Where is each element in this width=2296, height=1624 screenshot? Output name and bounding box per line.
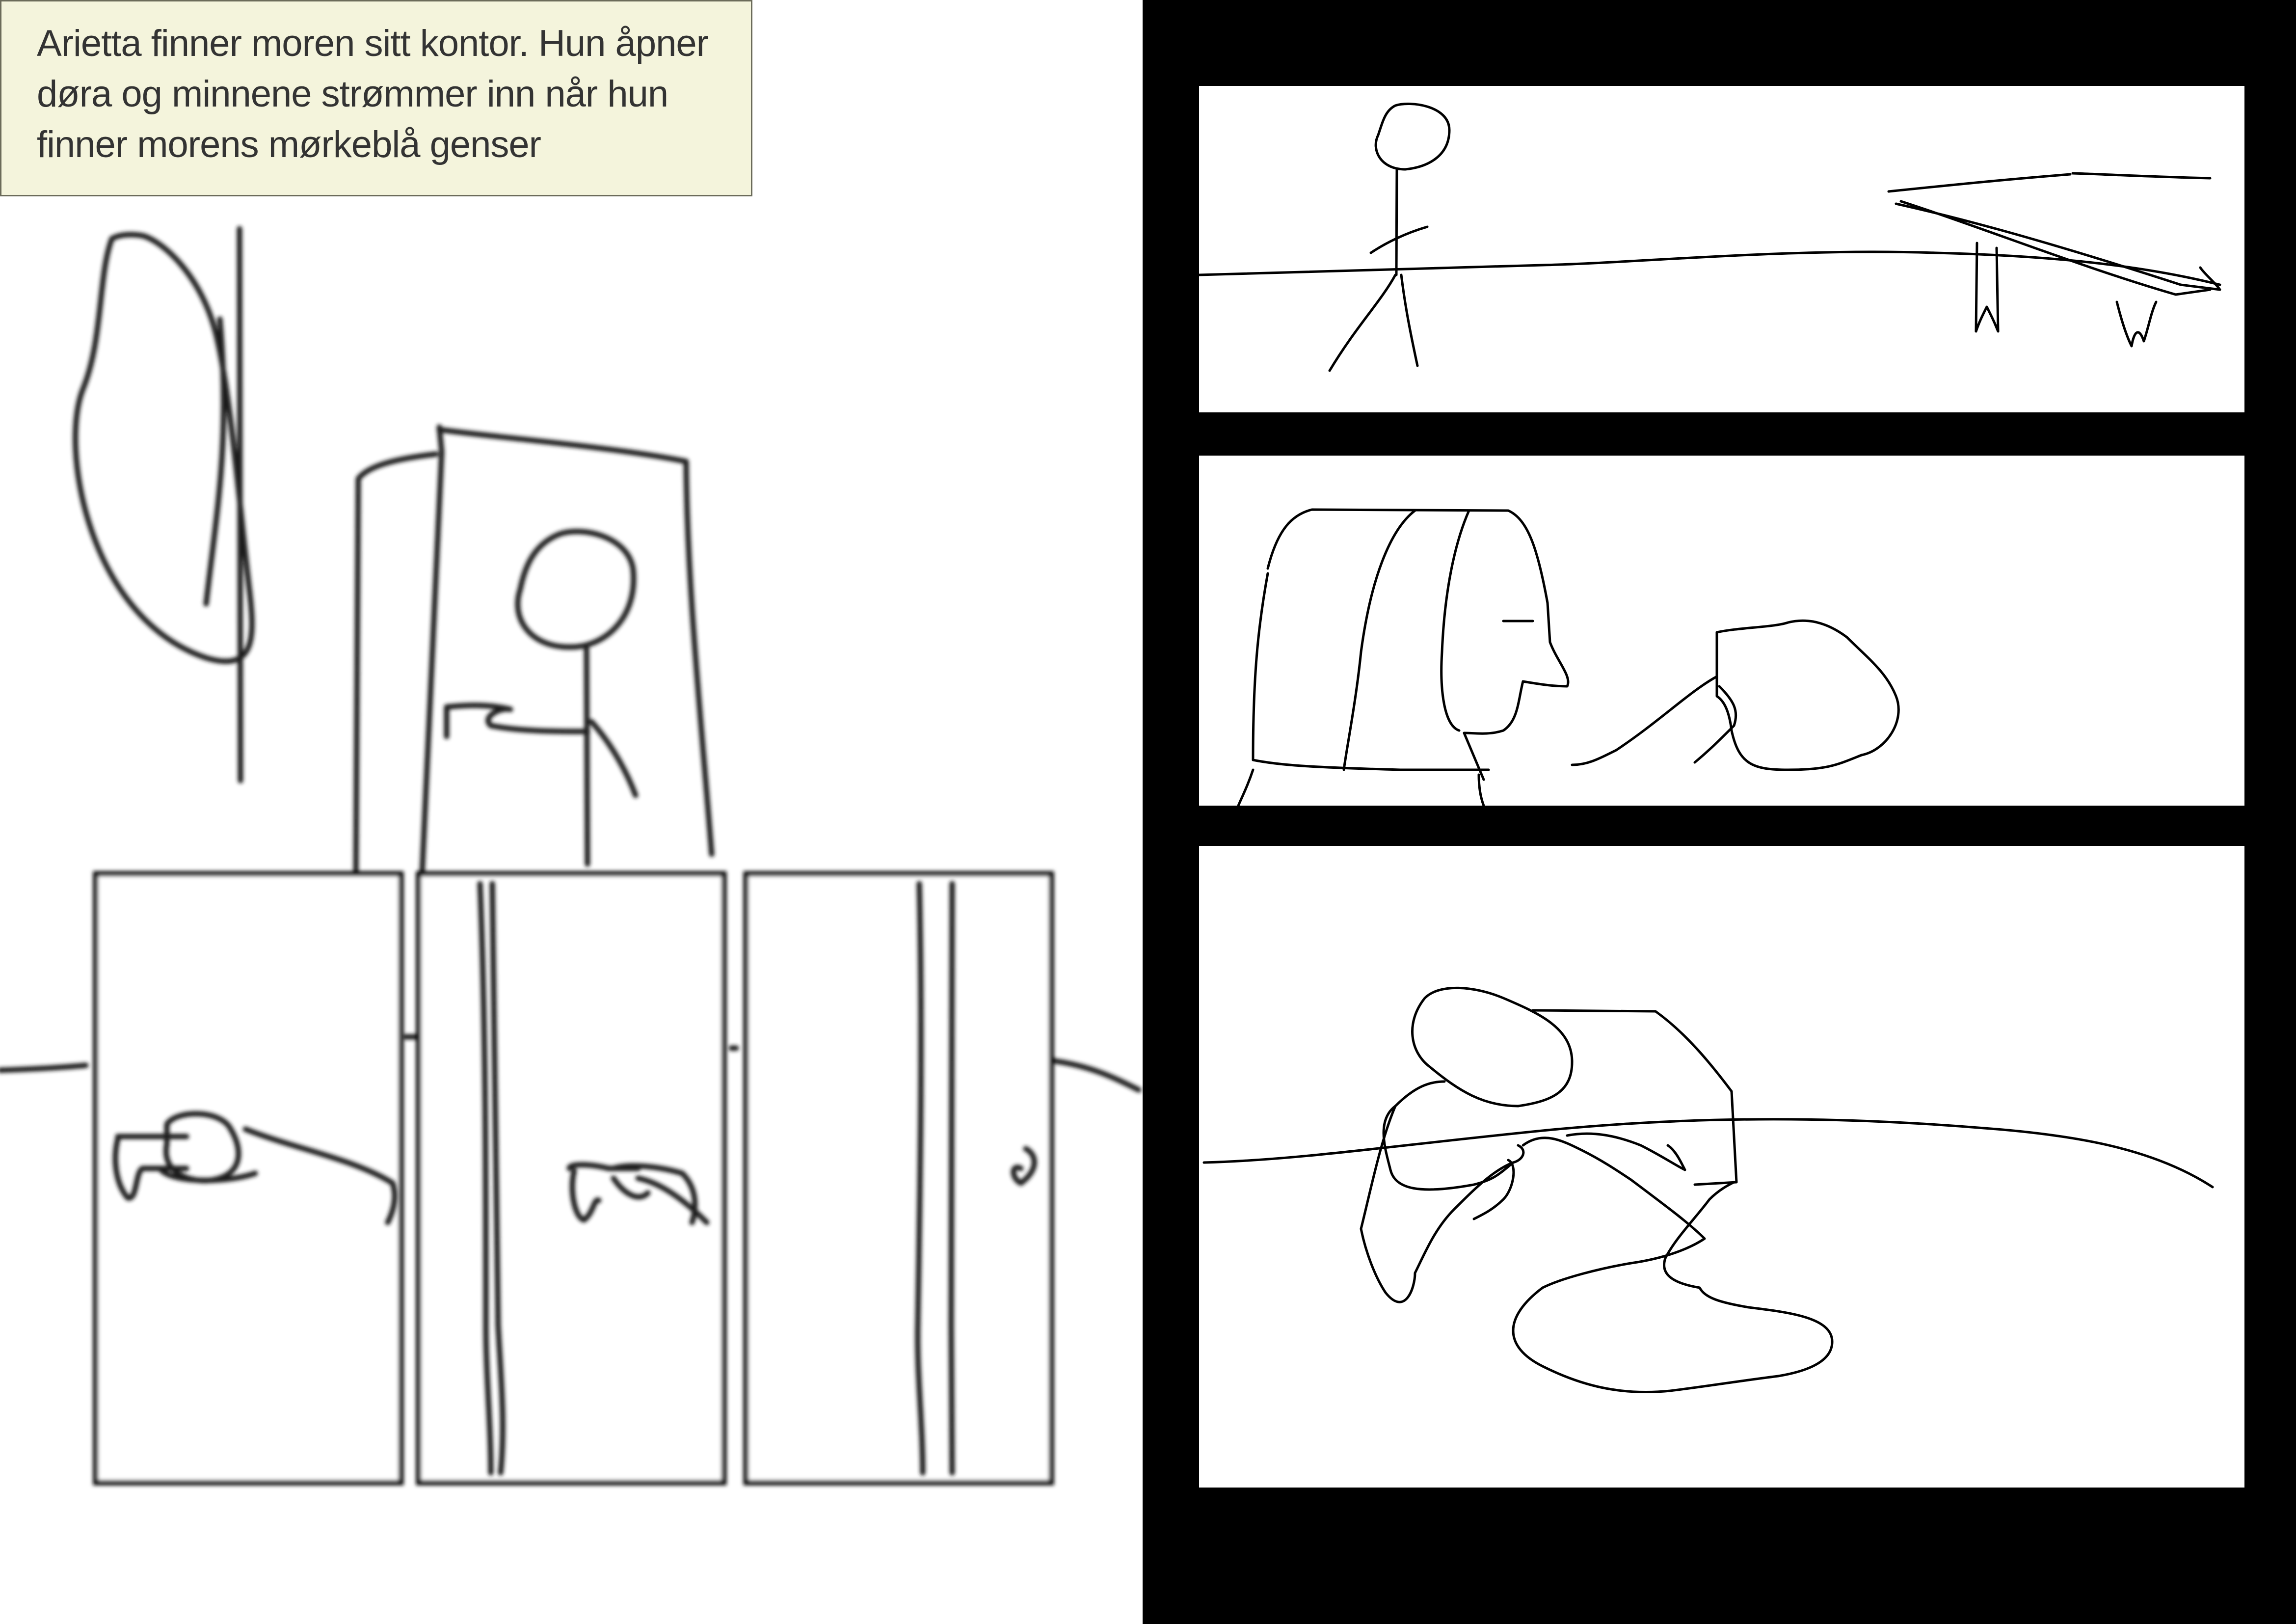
right-panel-2-drawing: [1237, 508, 1900, 806]
left-panel-1: [93, 871, 404, 1486]
p3-horizon: [1202, 1118, 2214, 1189]
left-panel-3: [743, 871, 1054, 1486]
p2-other-figure: [1715, 619, 1900, 771]
right-panel-1-drawing: [1199, 103, 2221, 372]
right-panel-1: [1199, 86, 2244, 412]
p2-face-line: [1440, 509, 1470, 732]
horizon-right: [1047, 1057, 1142, 1093]
figure-head: [515, 529, 637, 650]
right-panel-3: [1199, 846, 2244, 1488]
p1-figure-leg-right: [1400, 273, 1419, 367]
horizon-left: [0, 1062, 89, 1073]
p1-figure-leg-left: [1328, 273, 1397, 372]
p1-bridge-pillar-1: [1975, 242, 2000, 333]
panel3-door-line-2: [948, 881, 955, 1476]
right-panel-3-drawing: [1202, 986, 2214, 1394]
figure-arm: [444, 703, 590, 739]
p3-sweater-fold: [1472, 1159, 1515, 1220]
plant-leaf-shape: [73, 232, 255, 664]
door-panel: [419, 424, 445, 877]
p1-horizon: [1199, 250, 2221, 286]
p1-bridge-top: [1887, 172, 2212, 193]
p2-hand-left: [1237, 768, 1255, 806]
door-panel-top: [436, 427, 715, 857]
p1-figure-head: [1374, 103, 1451, 171]
p1-figure-arm: [1369, 225, 1429, 254]
p1-bridge-deck: [1895, 200, 2221, 296]
figure-arm-right: [588, 719, 639, 798]
storyboard-page: Arietta finner moren sitt kontor. Hun åp…: [0, 0, 2296, 1624]
p1-bridge-pillar-2: [2115, 300, 2158, 348]
right-panel-2: [1199, 456, 2244, 806]
p2-hair-outline: [1252, 508, 1570, 781]
p3-sweater-spread: [1512, 1137, 1834, 1394]
left-sketch: [0, 226, 1142, 1486]
p3-head: [1411, 986, 1574, 1108]
p2-other-arm: [1571, 631, 1718, 766]
plant-stem-2: [203, 316, 227, 607]
p2-hair-strand: [1342, 509, 1416, 771]
p1-figure-body: [1395, 168, 1398, 276]
